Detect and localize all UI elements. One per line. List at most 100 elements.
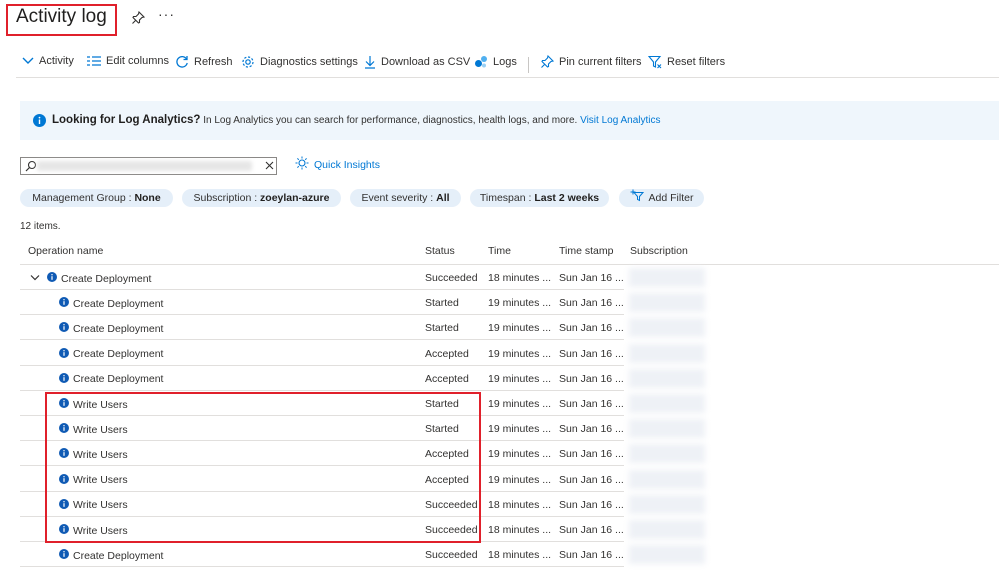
filter-pill-management-group[interactable]: Management Group : None: [20, 189, 173, 207]
column-header-operation[interactable]: Operation name: [28, 245, 103, 257]
visit-log-analytics-link[interactable]: Visit Log Analytics: [580, 115, 660, 126]
filter-value: None: [134, 192, 161, 204]
logs-icon: [474, 55, 488, 69]
operation-cell[interactable]: Create Deployment: [47, 272, 151, 285]
lightbulb-icon: [295, 156, 309, 173]
diagnostics-settings-button[interactable]: Diagnostics settings: [241, 55, 358, 69]
edit-columns-label: Edit columns: [106, 55, 169, 67]
activity-label: Activity: [39, 55, 74, 67]
operation-cell[interactable]: Create Deployment: [59, 549, 163, 562]
refresh-label: Refresh: [194, 56, 233, 68]
subscription-cell-redacted: [629, 318, 705, 338]
time-cell: 18 minutes ...: [488, 272, 552, 284]
row-divider: [20, 566, 624, 568]
timestamp-cell: Sun Jan 16 ...: [559, 549, 624, 562]
activity-button[interactable]: Activity: [22, 55, 74, 67]
filter-pill-timespan[interactable]: Timespan : Last 2 weeks: [470, 189, 609, 207]
table-row[interactable]: Create Deployment Succeeded 18 minutes ...…: [20, 542, 999, 568]
filter-label: Management Group :: [32, 192, 135, 204]
command-bar: Activity Edit columns Refresh Diagnostic…: [0, 52, 999, 76]
time-cell: 18 minutes ...: [488, 498, 552, 511]
subscription-cell-redacted: [629, 444, 705, 464]
timestamp-cell: Sun Jan 16 ...: [559, 524, 624, 536]
timestamp-cell: Sun Jan 16 ...: [559, 322, 624, 335]
add-filter-icon: [630, 189, 644, 208]
refresh-icon: [175, 55, 189, 69]
subscription-cell-redacted: [629, 545, 705, 565]
timestamp-cell: Sun Jan 16 ...: [559, 297, 624, 310]
operation-name: Create Deployment: [73, 549, 164, 562]
subscription-cell-redacted: [629, 293, 705, 313]
info-icon: [47, 272, 57, 285]
operation-cell[interactable]: Create Deployment: [59, 372, 164, 386]
filter-reset-icon: [648, 55, 662, 69]
reset-filters-button[interactable]: Reset filters: [648, 55, 725, 69]
status-cell: Accepted: [425, 347, 469, 360]
columns-icon: [87, 56, 101, 66]
time-cell: 19 minutes ...: [488, 322, 552, 335]
status-cell: Accepted: [425, 372, 469, 385]
banner-text: Looking for Log Analytics? In Log Analyt…: [52, 114, 661, 126]
filter-pill-event-severity[interactable]: Event severity : All: [350, 189, 461, 207]
more-options-icon[interactable]: ···: [158, 6, 175, 22]
timestamp-cell: Sun Jan 16 ...: [559, 448, 624, 461]
subscription-cell-redacted: [629, 394, 705, 413]
info-icon: [59, 297, 69, 310]
time-cell: 18 minutes ...: [488, 549, 552, 562]
operation-cell[interactable]: Create Deployment: [59, 297, 163, 310]
filter-value: zoeylan-azure: [260, 192, 330, 204]
refresh-button[interactable]: Refresh: [175, 55, 233, 69]
column-header-time[interactable]: Time: [488, 245, 511, 257]
operation-cell[interactable]: Create Deployment: [59, 322, 163, 335]
banner-heading: Looking for Log Analytics?: [52, 114, 201, 126]
edit-columns-button[interactable]: Edit columns: [87, 55, 169, 67]
operation-cell[interactable]: Create Deployment: [59, 347, 164, 361]
toolbar-divider: [528, 57, 529, 73]
timestamp-cell: Sun Jan 16 ...: [559, 398, 624, 410]
operation-name: Create Deployment: [73, 322, 164, 335]
pin-icon[interactable]: [131, 10, 146, 28]
add-filter-button[interactable]: Add Filter: [619, 189, 704, 207]
timestamp-cell: Sun Jan 16 ...: [559, 372, 624, 385]
column-header-status[interactable]: Status: [425, 245, 455, 257]
filter-value: Last 2 weeks: [534, 192, 600, 204]
chevron-down-icon[interactable]: [30, 273, 40, 285]
column-header-timestamp[interactable]: Time stamp: [559, 245, 613, 257]
quick-insights-label: Quick Insights: [314, 158, 380, 171]
operation-name: Create Deployment: [73, 373, 164, 386]
column-header-subscription[interactable]: Subscription: [630, 245, 688, 257]
close-icon[interactable]: [264, 160, 275, 174]
info-icon: [59, 322, 69, 335]
table-row[interactable]: Create Deployment Succeeded 18 minutes ...…: [20, 265, 999, 290]
download-csv-button[interactable]: Download as CSV: [364, 55, 470, 69]
gear-icon: [241, 55, 255, 69]
write-users-highlight-box: [45, 392, 481, 543]
logs-button[interactable]: Logs: [474, 55, 517, 69]
table-row[interactable]: Create Deployment Accepted 19 minutes ... S…: [20, 366, 999, 391]
time-cell: 19 minutes ...: [488, 297, 552, 310]
filter-pill-subscription[interactable]: Subscription : zoeylan-azure: [182, 189, 341, 207]
add-filter-label: Add Filter: [648, 192, 694, 204]
operation-name: Create Deployment: [73, 297, 164, 310]
search-input[interactable]: [20, 157, 277, 175]
status-cell: Succeeded: [425, 549, 478, 562]
timestamp-cell: Sun Jan 16 ...: [559, 272, 624, 284]
filter-value: All: [436, 192, 450, 204]
subscription-cell-redacted: [629, 268, 705, 287]
table-row[interactable]: Create Deployment Started 19 minutes ... Su…: [20, 315, 999, 341]
diagnostics-label: Diagnostics settings: [260, 56, 358, 68]
table-row[interactable]: Create Deployment Accepted 19 minutes ... S…: [20, 341, 999, 366]
filter-label: Timespan :: [479, 192, 535, 204]
pin-current-filters-button[interactable]: Pin current filters: [540, 55, 642, 69]
table-row[interactable]: Create Deployment Started 19 minutes ... Su…: [20, 290, 999, 316]
time-cell: 19 minutes ...: [488, 347, 552, 360]
time-cell: 19 minutes ...: [488, 473, 552, 486]
filter-label: Event severity :: [361, 192, 437, 204]
subscription-cell-redacted: [629, 419, 705, 439]
quick-insights-button[interactable]: Quick Insights: [295, 156, 380, 173]
info-icon: [33, 114, 46, 130]
page-title: Activity log: [16, 6, 107, 27]
operation-name: Create Deployment: [73, 348, 164, 361]
time-cell: 18 minutes ...: [488, 524, 552, 536]
chevron-down-icon: [22, 56, 34, 66]
